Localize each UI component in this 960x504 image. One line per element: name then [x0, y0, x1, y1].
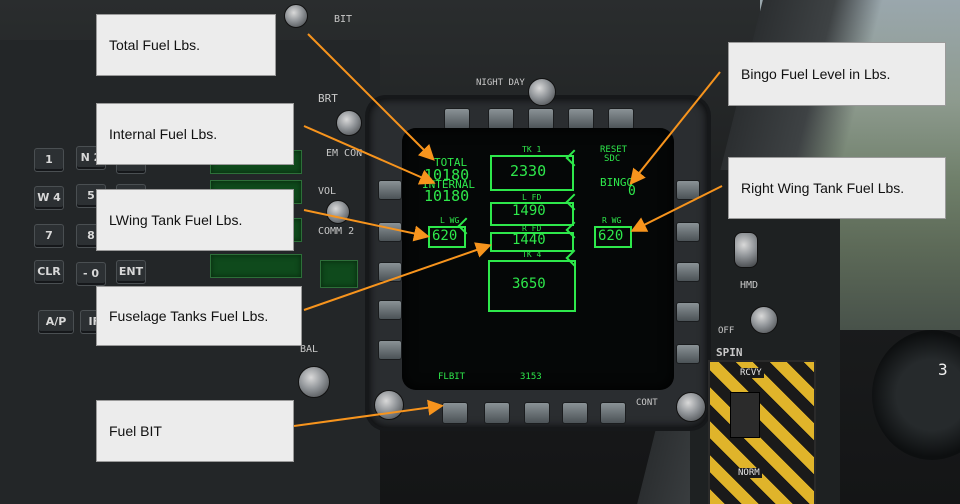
lwing-value: 620	[432, 228, 458, 244]
bal-label: BAL	[300, 344, 319, 355]
osb-right-4[interactable]	[676, 302, 700, 322]
flbit-label: FLBIT	[438, 372, 466, 382]
emcon-label: EM CON	[326, 148, 363, 159]
osb-bottom-flbit[interactable]	[442, 402, 468, 424]
callout-bingo-level-text: Bingo Fuel Level in Lbs.	[741, 66, 891, 82]
hmd-label: HMD	[740, 280, 759, 291]
standby-gauge	[872, 330, 960, 460]
rcvy-label: RCVY	[738, 368, 764, 378]
hmd-knob[interactable]	[734, 232, 758, 268]
ufc-comm-window	[320, 260, 358, 288]
callout-lwing-tank-text: LWing Tank Fuel Lbs.	[109, 212, 243, 228]
gauge-number: 3	[938, 360, 948, 379]
osb-top-4[interactable]	[568, 108, 594, 130]
norm-label: NORM	[736, 468, 762, 478]
bingo-knob[interactable]	[284, 4, 308, 28]
osb-right-5[interactable]	[676, 344, 700, 364]
callout-fuel-bit-text: Fuel BIT	[109, 423, 162, 439]
osb-top-1[interactable]	[444, 108, 470, 130]
tk4-label: TK 4	[522, 250, 542, 259]
osb-right-1[interactable]	[676, 180, 700, 200]
ufc-key-0[interactable]: - 0	[76, 262, 106, 286]
spin-label: SPIN	[716, 346, 743, 359]
cont-label: CONT	[636, 398, 658, 408]
ufc-key-1[interactable]: 1	[34, 148, 64, 172]
callout-lwing-tank: LWing Tank Fuel Lbs.	[96, 189, 294, 251]
cockpit-view: 1 N 2 3 W 4 5 E 6 7 8 9 CLR - 0 ENT A/P …	[0, 0, 960, 504]
lfd-label: L FD	[522, 193, 542, 202]
osb-top-2[interactable]	[488, 108, 514, 130]
osb-left-5[interactable]	[378, 340, 402, 360]
lfd-value: 1490	[512, 203, 546, 219]
callout-bingo-level: Bingo Fuel Level in Lbs.	[728, 42, 946, 106]
rfd-value: 1440	[512, 232, 546, 248]
bottom-value: 3153	[520, 372, 542, 382]
callout-fuel-bit: Fuel BIT	[96, 400, 294, 462]
ufc-key-7[interactable]: 7	[34, 224, 64, 248]
comm2-label: COMM 2	[318, 226, 355, 237]
rwing-value: 620	[598, 228, 624, 244]
tk1-label: TK 1	[522, 145, 542, 154]
osb-left-1[interactable]	[378, 180, 402, 200]
callout-rwing-tank-text: Right Wing Tank Fuel Lbs.	[741, 180, 905, 196]
callout-total-fuel: Total Fuel Lbs.	[96, 14, 276, 76]
ufc-key-clr[interactable]: CLR	[34, 260, 64, 284]
bit-label: BIT	[334, 14, 353, 25]
sdc-label: SDC	[604, 154, 621, 164]
spin-recovery-switch[interactable]	[730, 392, 760, 438]
callout-internal-fuel-text: Internal Fuel Lbs.	[109, 126, 218, 142]
night-day-label: NIGHT DAY	[476, 78, 525, 88]
osb-left-2[interactable]	[378, 222, 402, 242]
osb-right-3[interactable]	[676, 262, 700, 282]
callout-total-fuel-text: Total Fuel Lbs.	[109, 37, 201, 53]
vol-label: VOL	[318, 186, 337, 197]
osb-left-3[interactable]	[378, 262, 402, 282]
ufc-ap-button[interactable]: A/P	[38, 310, 74, 334]
ddi-brt-knob[interactable]	[374, 390, 404, 420]
osb-bottom-3[interactable]	[524, 402, 550, 424]
callout-fuselage-tanks: Fuselage Tanks Fuel Lbs.	[96, 286, 302, 346]
brt-label: BRT	[318, 92, 338, 105]
cont-knob[interactable]	[676, 392, 706, 422]
tk4-value: 3650	[512, 276, 546, 292]
callout-fuselage-tanks-text: Fuselage Tanks Fuel Lbs.	[109, 308, 269, 324]
hmd-brt-knob[interactable]	[750, 306, 778, 334]
osb-top-3[interactable]	[528, 108, 554, 130]
tk1-value: 2330	[510, 162, 547, 180]
hmd-off-label: OFF	[718, 326, 735, 336]
night-day-knob[interactable]	[528, 78, 556, 106]
brt-knob[interactable]	[336, 110, 362, 136]
osb-right-2[interactable]	[676, 222, 700, 242]
bal-knob[interactable]	[298, 366, 330, 398]
osb-top-5[interactable]	[608, 108, 634, 130]
spin-recovery-panel	[708, 360, 816, 504]
bingo-value: 0	[628, 184, 636, 199]
internal-fuel-value: 10180	[424, 187, 470, 205]
ufc-key-ent[interactable]: ENT	[116, 260, 146, 284]
callout-internal-fuel: Internal Fuel Lbs.	[96, 103, 294, 165]
osb-bottom-5[interactable]	[600, 402, 626, 424]
callout-rwing-tank: Right Wing Tank Fuel Lbs.	[728, 157, 946, 219]
rwing-label: R WG	[602, 216, 622, 225]
osb-bottom-2[interactable]	[484, 402, 510, 424]
vol-knob[interactable]	[326, 200, 350, 224]
ufc-option-window-4	[210, 254, 302, 278]
ufc-key-4[interactable]: W 4	[34, 186, 64, 210]
lwing-label: L WG	[440, 216, 460, 225]
osb-left-4[interactable]	[378, 300, 402, 320]
osb-bottom-4[interactable]	[562, 402, 588, 424]
